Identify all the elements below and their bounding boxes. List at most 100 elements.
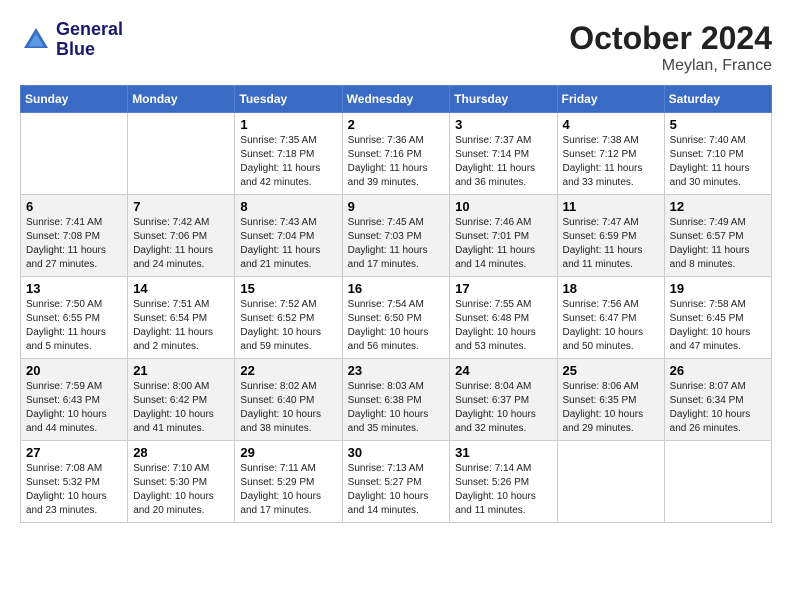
day-info: Sunrise: 7:40 AM Sunset: 7:10 PM Dayligh… — [670, 134, 766, 190]
day-info: Sunrise: 7:41 AM Sunset: 7:08 PM Dayligh… — [26, 216, 122, 272]
day-info: Sunrise: 7:58 AM Sunset: 6:45 PM Dayligh… — [670, 298, 766, 354]
day-number: 14 — [133, 281, 229, 296]
calendar-cell — [664, 441, 771, 523]
calendar-cell: 3 Sunrise: 7:37 AM Sunset: 7:14 PM Daylig… — [450, 113, 557, 195]
logo-icon — [20, 24, 52, 56]
weekday-tuesday: Tuesday — [235, 86, 342, 113]
day-info: Sunrise: 8:07 AM Sunset: 6:34 PM Dayligh… — [670, 380, 766, 436]
day-info: Sunrise: 7:55 AM Sunset: 6:48 PM Dayligh… — [455, 298, 551, 354]
page-header: General Blue October 2024 Meylan, France — [20, 20, 772, 75]
day-number: 15 — [240, 281, 336, 296]
day-number: 6 — [26, 199, 122, 214]
day-number: 29 — [240, 445, 336, 460]
calendar-cell: 2 Sunrise: 7:36 AM Sunset: 7:16 PM Daylig… — [342, 113, 450, 195]
calendar-table: SundayMondayTuesdayWednesdayThursdayFrid… — [20, 85, 772, 523]
title-block: October 2024 Meylan, France — [569, 20, 772, 75]
calendar-cell: 31 Sunrise: 7:14 AM Sunset: 5:26 PM Dayli… — [450, 441, 557, 523]
calendar-cell: 13 Sunrise: 7:50 AM Sunset: 6:55 PM Dayli… — [21, 277, 128, 359]
weekday-thursday: Thursday — [450, 86, 557, 113]
day-number: 2 — [348, 117, 445, 132]
day-info: Sunrise: 7:56 AM Sunset: 6:47 PM Dayligh… — [563, 298, 659, 354]
calendar-cell: 11 Sunrise: 7:47 AM Sunset: 6:59 PM Dayli… — [557, 195, 664, 277]
day-number: 20 — [26, 363, 122, 378]
day-info: Sunrise: 8:02 AM Sunset: 6:40 PM Dayligh… — [240, 380, 336, 436]
day-info: Sunrise: 7:46 AM Sunset: 7:01 PM Dayligh… — [455, 216, 551, 272]
day-info: Sunrise: 7:11 AM Sunset: 5:29 PM Dayligh… — [240, 462, 336, 518]
calendar-cell: 12 Sunrise: 7:49 AM Sunset: 6:57 PM Dayli… — [664, 195, 771, 277]
day-number: 23 — [348, 363, 445, 378]
weekday-monday: Monday — [128, 86, 235, 113]
month-title: October 2024 — [569, 20, 772, 57]
day-info: Sunrise: 7:47 AM Sunset: 6:59 PM Dayligh… — [563, 216, 659, 272]
week-row-3: 13 Sunrise: 7:50 AM Sunset: 6:55 PM Dayli… — [21, 277, 772, 359]
logo-text: General Blue — [56, 20, 123, 60]
day-info: Sunrise: 8:03 AM Sunset: 6:38 PM Dayligh… — [348, 380, 445, 436]
week-row-5: 27 Sunrise: 7:08 AM Sunset: 5:32 PM Dayli… — [21, 441, 772, 523]
day-info: Sunrise: 7:10 AM Sunset: 5:30 PM Dayligh… — [133, 462, 229, 518]
calendar-cell: 19 Sunrise: 7:58 AM Sunset: 6:45 PM Dayli… — [664, 277, 771, 359]
calendar-cell — [21, 113, 128, 195]
weekday-header-row: SundayMondayTuesdayWednesdayThursdayFrid… — [21, 86, 772, 113]
calendar-cell: 16 Sunrise: 7:54 AM Sunset: 6:50 PM Dayli… — [342, 277, 450, 359]
day-number: 4 — [563, 117, 659, 132]
day-info: Sunrise: 7:43 AM Sunset: 7:04 PM Dayligh… — [240, 216, 336, 272]
calendar-cell: 15 Sunrise: 7:52 AM Sunset: 6:52 PM Dayli… — [235, 277, 342, 359]
calendar-cell: 30Sunrise: 7:13 AM Sunset: 5:27 PM Dayli… — [342, 441, 450, 523]
day-info: Sunrise: 7:38 AM Sunset: 7:12 PM Dayligh… — [563, 134, 659, 190]
day-info: Sunrise: 7:50 AM Sunset: 6:55 PM Dayligh… — [26, 298, 122, 354]
day-info: Sunrise: 7:42 AM Sunset: 7:06 PM Dayligh… — [133, 216, 229, 272]
day-info: Sunrise: 8:00 AM Sunset: 6:42 PM Dayligh… — [133, 380, 229, 436]
calendar-cell: 24Sunrise: 8:04 AM Sunset: 6:37 PM Dayli… — [450, 359, 557, 441]
day-info: Sunrise: 8:06 AM Sunset: 6:35 PM Dayligh… — [563, 380, 659, 436]
day-number: 17 — [455, 281, 551, 296]
day-number: 22 — [240, 363, 336, 378]
calendar-cell: 22 Sunrise: 8:02 AM Sunset: 6:40 PM Dayli… — [235, 359, 342, 441]
calendar-cell — [557, 441, 664, 523]
calendar-cell: 4 Sunrise: 7:38 AM Sunset: 7:12 PM Daylig… — [557, 113, 664, 195]
day-number: 13 — [26, 281, 122, 296]
day-info: Sunrise: 7:14 AM Sunset: 5:26 PM Dayligh… — [455, 462, 551, 518]
day-number: 16 — [348, 281, 445, 296]
calendar-cell: 17 Sunrise: 7:55 AM Sunset: 6:48 PM Dayli… — [450, 277, 557, 359]
day-info: Sunrise: 7:08 AM Sunset: 5:32 PM Dayligh… — [26, 462, 122, 518]
day-info: Sunrise: 7:45 AM Sunset: 7:03 PM Dayligh… — [348, 216, 445, 272]
calendar-cell — [128, 113, 235, 195]
day-number: 31 — [455, 445, 551, 460]
calendar-cell: 20Sunrise: 7:59 AM Sunset: 6:43 PM Dayli… — [21, 359, 128, 441]
calendar-cell: 6 Sunrise: 7:41 AM Sunset: 7:08 PM Daylig… — [21, 195, 128, 277]
day-number: 7 — [133, 199, 229, 214]
day-number: 1 — [240, 117, 336, 132]
day-number: 27 — [26, 445, 122, 460]
day-info: Sunrise: 7:37 AM Sunset: 7:14 PM Dayligh… — [455, 134, 551, 190]
day-info: Sunrise: 7:49 AM Sunset: 6:57 PM Dayligh… — [670, 216, 766, 272]
day-number: 3 — [455, 117, 551, 132]
day-number: 9 — [348, 199, 445, 214]
weekday-wednesday: Wednesday — [342, 86, 450, 113]
location-title: Meylan, France — [569, 57, 772, 75]
logo: General Blue — [20, 20, 123, 60]
calendar-body: 1 Sunrise: 7:35 AM Sunset: 7:18 PM Daylig… — [21, 113, 772, 523]
week-row-1: 1 Sunrise: 7:35 AM Sunset: 7:18 PM Daylig… — [21, 113, 772, 195]
day-info: Sunrise: 7:36 AM Sunset: 7:16 PM Dayligh… — [348, 134, 445, 190]
calendar-cell: 7 Sunrise: 7:42 AM Sunset: 7:06 PM Daylig… — [128, 195, 235, 277]
day-info: Sunrise: 7:35 AM Sunset: 7:18 PM Dayligh… — [240, 134, 336, 190]
day-number: 11 — [563, 199, 659, 214]
day-number: 10 — [455, 199, 551, 214]
day-number: 5 — [670, 117, 766, 132]
calendar-cell: 18 Sunrise: 7:56 AM Sunset: 6:47 PM Dayli… — [557, 277, 664, 359]
day-number: 19 — [670, 281, 766, 296]
calendar-cell: 27 Sunrise: 7:08 AM Sunset: 5:32 PM Dayli… — [21, 441, 128, 523]
day-number: 26 — [670, 363, 766, 378]
day-info: Sunrise: 7:52 AM Sunset: 6:52 PM Dayligh… — [240, 298, 336, 354]
calendar-cell: 28Sunrise: 7:10 AM Sunset: 5:30 PM Dayli… — [128, 441, 235, 523]
weekday-saturday: Saturday — [664, 86, 771, 113]
calendar-cell: 26 Sunrise: 8:07 AM Sunset: 6:34 PM Dayli… — [664, 359, 771, 441]
day-number: 30 — [348, 445, 445, 460]
day-info: Sunrise: 7:54 AM Sunset: 6:50 PM Dayligh… — [348, 298, 445, 354]
day-number: 12 — [670, 199, 766, 214]
calendar-cell: 25Sunrise: 8:06 AM Sunset: 6:35 PM Dayli… — [557, 359, 664, 441]
calendar-cell: 21Sunrise: 8:00 AM Sunset: 6:42 PM Dayli… — [128, 359, 235, 441]
day-number: 18 — [563, 281, 659, 296]
calendar-cell: 10 Sunrise: 7:46 AM Sunset: 7:01 PM Dayli… — [450, 195, 557, 277]
day-info: Sunrise: 7:51 AM Sunset: 6:54 PM Dayligh… — [133, 298, 229, 354]
